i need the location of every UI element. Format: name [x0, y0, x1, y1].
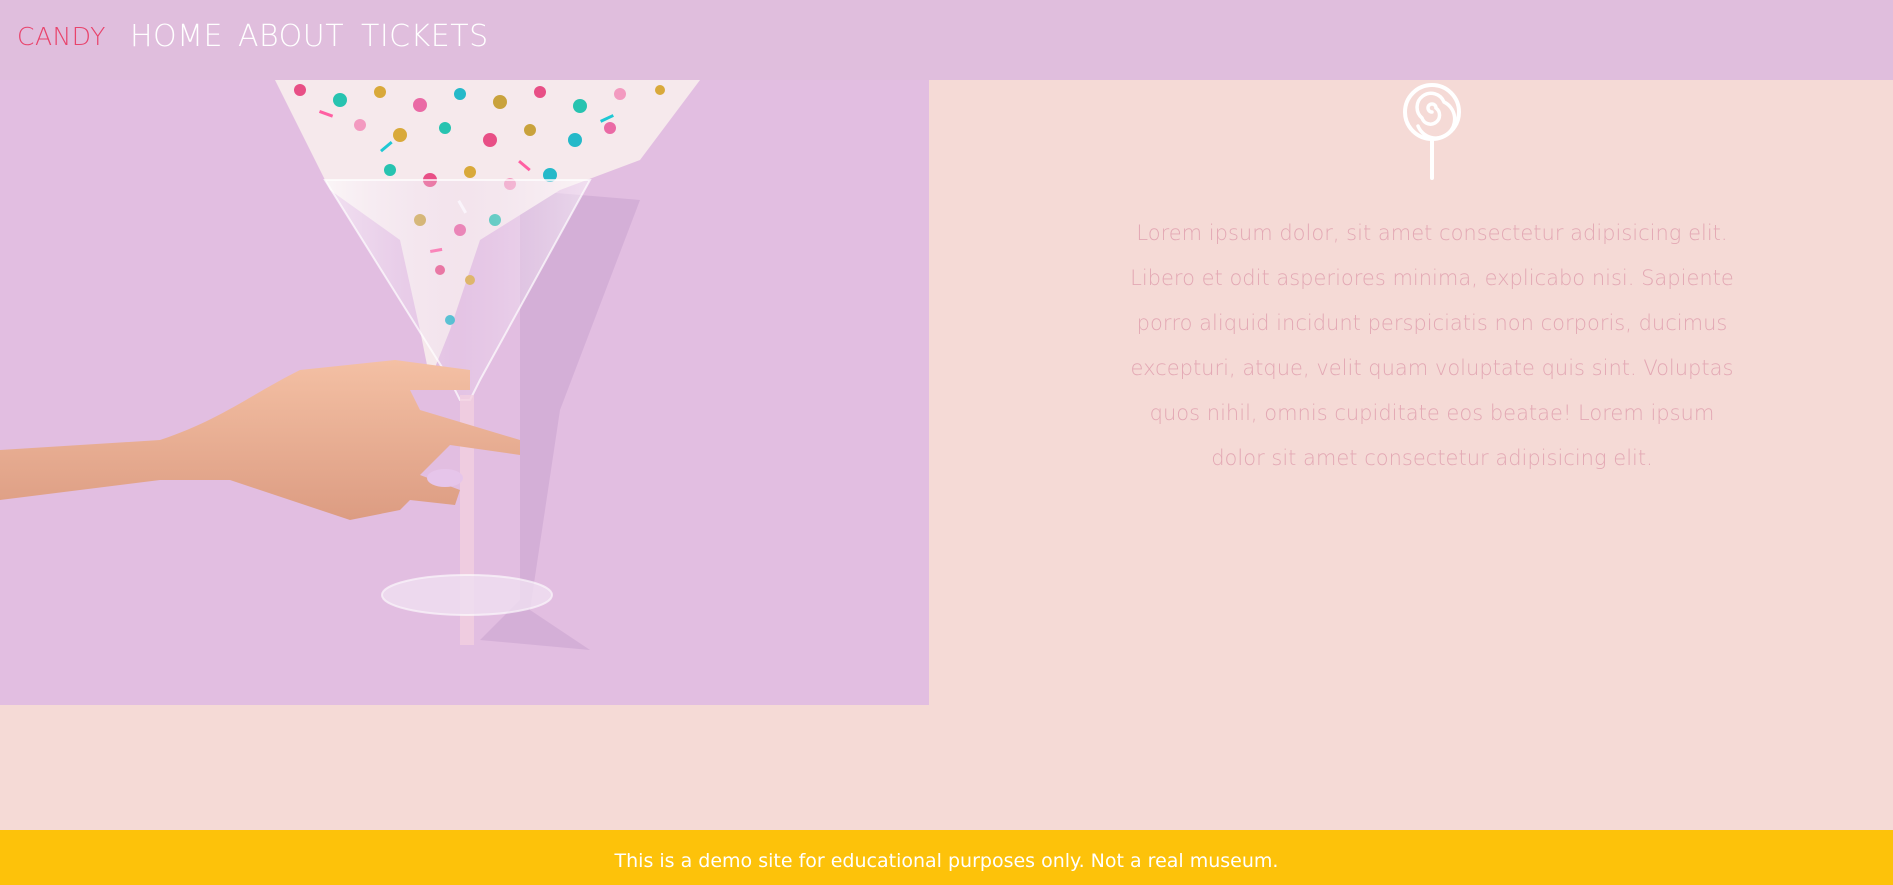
lollipop-icon — [1403, 83, 1461, 180]
footer: This is a demo site for educational purp… — [0, 830, 1893, 885]
hero-image — [0, 80, 929, 705]
top-navigation: CANDY HOME ABOUT TICKETS — [0, 0, 1893, 80]
footer-disclaimer: This is a demo site for educational purp… — [614, 849, 1279, 872]
nav-link-tickets[interactable]: TICKETS — [361, 19, 489, 54]
hero-description: Lorem ipsum dolor, sit amet consectetur … — [1130, 221, 1734, 470]
brand-logo-link[interactable]: CANDY — [17, 22, 106, 51]
nav-link-about[interactable]: ABOUT — [238, 19, 344, 54]
nav-link-home[interactable]: HOME — [130, 19, 223, 54]
martini-glass-sprinkles-image — [0, 80, 700, 650]
